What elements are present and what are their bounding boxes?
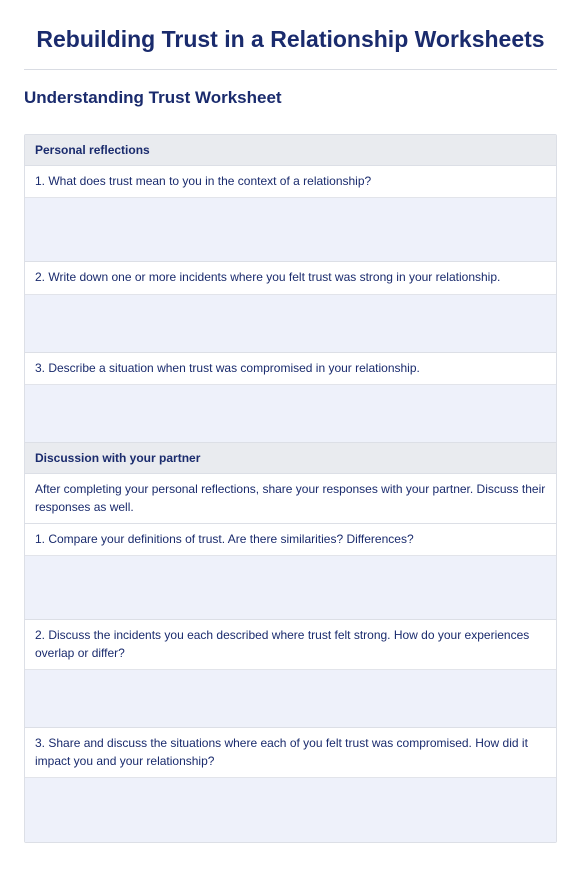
- question-text: 1. Compare your definitions of trust. Ar…: [25, 524, 556, 556]
- section-title: Understanding Trust Worksheet: [24, 88, 557, 108]
- answer-input[interactable]: [25, 778, 556, 842]
- answer-input[interactable]: [25, 385, 556, 443]
- answer-input[interactable]: [25, 295, 556, 353]
- question-text: 2. Write down one or more incidents wher…: [25, 262, 556, 294]
- question-text: 3. Describe a situation when trust was c…: [25, 353, 556, 385]
- question-text: 1. What does trust mean to you in the co…: [25, 166, 556, 198]
- answer-input[interactable]: [25, 556, 556, 620]
- answer-input[interactable]: [25, 198, 556, 262]
- section-instruction: After completing your personal reflectio…: [25, 474, 556, 524]
- answer-input[interactable]: [25, 670, 556, 728]
- worksheet-container: Personal reflections 1. What does trust …: [24, 134, 557, 843]
- section-header-personal: Personal reflections: [25, 135, 556, 166]
- section-header-discussion: Discussion with your partner: [25, 443, 556, 474]
- question-text: 3. Share and discuss the situations wher…: [25, 728, 556, 778]
- page-title: Rebuilding Trust in a Relationship Works…: [24, 20, 557, 69]
- question-text: 2. Discuss the incidents you each descri…: [25, 620, 556, 670]
- divider: [24, 69, 557, 70]
